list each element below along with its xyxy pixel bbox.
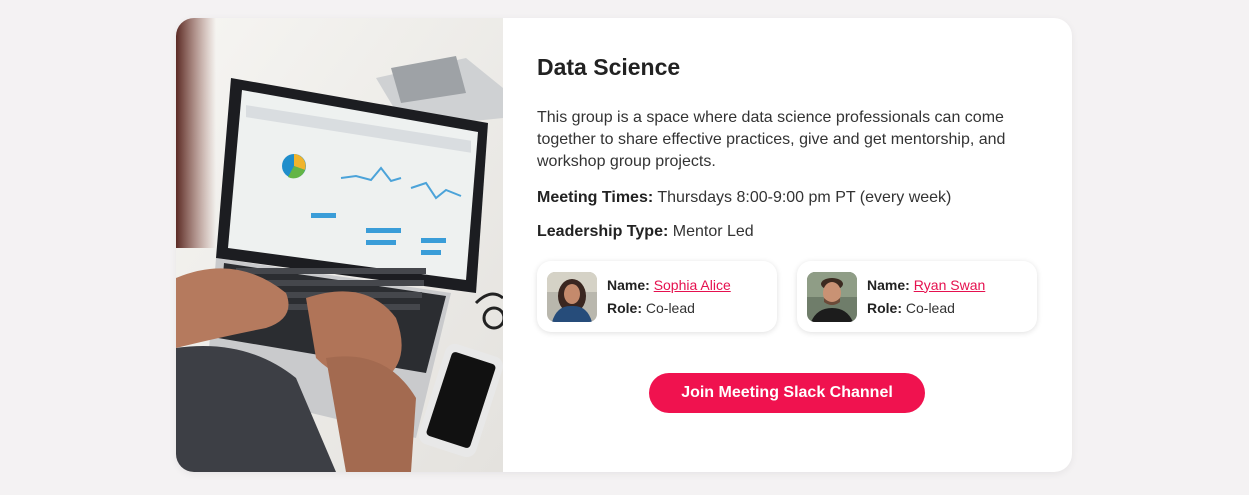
join-slack-button[interactable]: Join Meeting Slack Channel: [649, 373, 925, 413]
leader-card-sophia: Name: Sophia Alice Role: Co-lead: [537, 261, 777, 332]
group-description: This group is a space where data science…: [537, 109, 1006, 170]
avatar-image: [547, 271, 597, 322]
leadership-type-value: Mentor Led: [672, 223, 754, 240]
group-photo: [176, 18, 503, 472]
leader-name-label: Name:: [607, 276, 650, 293]
leadership-type: Leadership Type: Mentor Led: [537, 223, 1072, 241]
leader-role-label: Role:: [607, 299, 642, 316]
leader-role: Co-lead: [645, 299, 695, 316]
meeting-times: Meeting Times: Thursdays 8:00-9:00 pm PT…: [537, 189, 1072, 207]
avatar-image: [807, 271, 857, 322]
leader-role-label: Role:: [867, 299, 902, 316]
leader-card-ryan: Name: Ryan Swan Role: Co-lead: [797, 261, 1037, 332]
leader-name-label: Name:: [867, 276, 910, 293]
group-details: Data Science This group is a space where…: [503, 18, 1072, 472]
leader-name-link[interactable]: Ryan Swan: [914, 277, 986, 293]
leadership-type-label: Leadership Type:: [537, 223, 669, 240]
leader-name-link[interactable]: Sophia Alice: [654, 277, 731, 293]
leader-info: Name: Sophia Alice Role: Co-lead: [607, 274, 731, 320]
leader-role: Co-lead: [905, 299, 955, 316]
avatar: [807, 271, 857, 322]
laptop-photo-illustration: [176, 18, 503, 472]
meeting-times-label: Meeting Times:: [537, 189, 654, 206]
leaders-list: Name: Sophia Alice Role: Co-lead Name: R…: [537, 261, 1072, 332]
meeting-times-value: Thursdays 8:00-9:00 pm PT (every week): [657, 189, 952, 206]
avatar: [547, 271, 597, 322]
group-title: Data Science: [537, 54, 681, 80]
leader-info: Name: Ryan Swan Role: Co-lead: [867, 274, 985, 320]
group-card: Data Science This group is a space where…: [176, 18, 1072, 472]
